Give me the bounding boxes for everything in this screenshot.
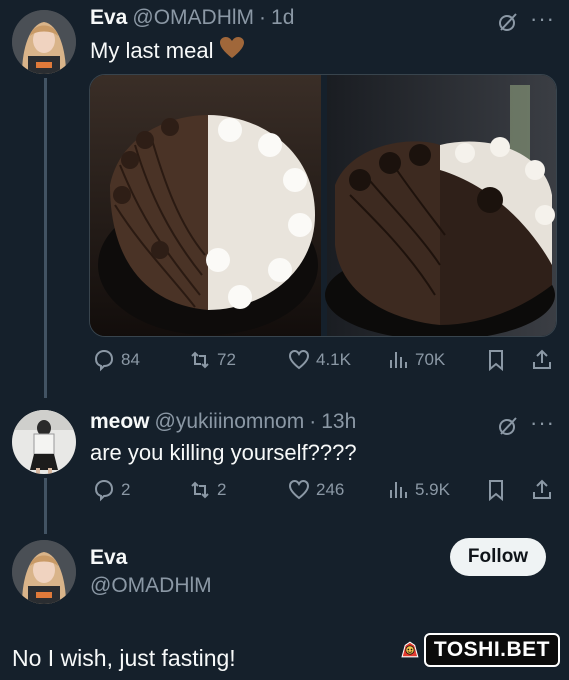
- tweet-text: My last meal: [90, 38, 214, 63]
- views-count: 70K: [415, 350, 446, 369]
- like-count: 4.1K: [316, 350, 351, 369]
- views-count: 5.9K: [415, 480, 450, 499]
- like-button[interactable]: 4.1K: [287, 348, 351, 372]
- avatar-eva[interactable]: [12, 540, 76, 604]
- views-icon: [390, 352, 407, 368]
- watermark-text: TOSHI.BET: [423, 633, 560, 667]
- retweet-count: 2: [217, 480, 227, 499]
- avatar-meow[interactable]: [12, 410, 76, 474]
- cake-photos: [90, 75, 556, 336]
- reply-count: 2: [121, 480, 131, 499]
- views-button[interactable]: 5.9K: [386, 478, 450, 502]
- grok-icon[interactable]: [496, 414, 520, 443]
- separator: ·: [259, 6, 267, 29]
- share-icon: [533, 349, 551, 369]
- like-count: 246: [316, 480, 345, 499]
- avatar-image: [12, 410, 76, 474]
- heart-icon: [288, 349, 310, 370]
- retweet-icon: [191, 351, 209, 369]
- separator: ·: [309, 410, 317, 433]
- author-name[interactable]: Eva: [90, 6, 127, 30]
- heart-icon: [288, 479, 310, 500]
- reply-button[interactable]: 84: [92, 348, 140, 372]
- thread-line-bottom: [44, 478, 47, 534]
- avatar-image: [12, 10, 76, 74]
- retweet-icon: [191, 481, 209, 499]
- follow-button[interactable]: Follow: [450, 538, 546, 576]
- like-button[interactable]: 246: [287, 478, 344, 502]
- author-name[interactable]: meow: [90, 410, 150, 434]
- tweet-media[interactable]: [89, 74, 557, 337]
- reply-count: 84: [121, 350, 140, 369]
- more-options-icon[interactable]: ···: [530, 6, 555, 32]
- retweet-count: 72: [217, 350, 236, 369]
- timestamp[interactable]: 1d: [271, 6, 294, 30]
- watermark: TOSHI.BET: [400, 630, 560, 670]
- avatar-image: [12, 540, 76, 604]
- timestamp[interactable]: 13h: [321, 410, 356, 434]
- author-handle[interactable]: @OMADHlM: [132, 6, 254, 30]
- bookmark-button[interactable]: [484, 478, 508, 502]
- bookmark-icon: [489, 480, 503, 502]
- avatar-eva[interactable]: [12, 10, 76, 74]
- bookmark-button[interactable]: [484, 348, 508, 372]
- author-name[interactable]: Eva: [90, 546, 127, 570]
- author-handle[interactable]: @yukiiinomnom: [155, 410, 305, 434]
- tweet-text: No I wish, just fasting!: [12, 645, 236, 671]
- reply-icon: [94, 479, 114, 502]
- views-icon: [390, 482, 407, 498]
- tweet-text: are you killing yourself????: [90, 440, 357, 465]
- bookmark-icon: [489, 350, 503, 372]
- views-button[interactable]: 70K: [386, 348, 445, 372]
- brown-heart-icon: [219, 36, 245, 66]
- reply-button[interactable]: 2: [92, 478, 130, 502]
- share-icon: [533, 479, 551, 499]
- reply-icon: [94, 349, 114, 372]
- toshi-mascot-logo: [401, 641, 419, 658]
- grok-icon[interactable]: [496, 10, 520, 39]
- retweet-button[interactable]: 2: [188, 478, 226, 502]
- more-options-icon[interactable]: ···: [530, 410, 555, 436]
- thread-line-top: [44, 78, 47, 398]
- author-handle[interactable]: @OMADHlM: [90, 574, 212, 598]
- share-button[interactable]: [530, 478, 554, 502]
- retweet-button[interactable]: 72: [188, 348, 236, 372]
- share-button[interactable]: [530, 348, 554, 372]
